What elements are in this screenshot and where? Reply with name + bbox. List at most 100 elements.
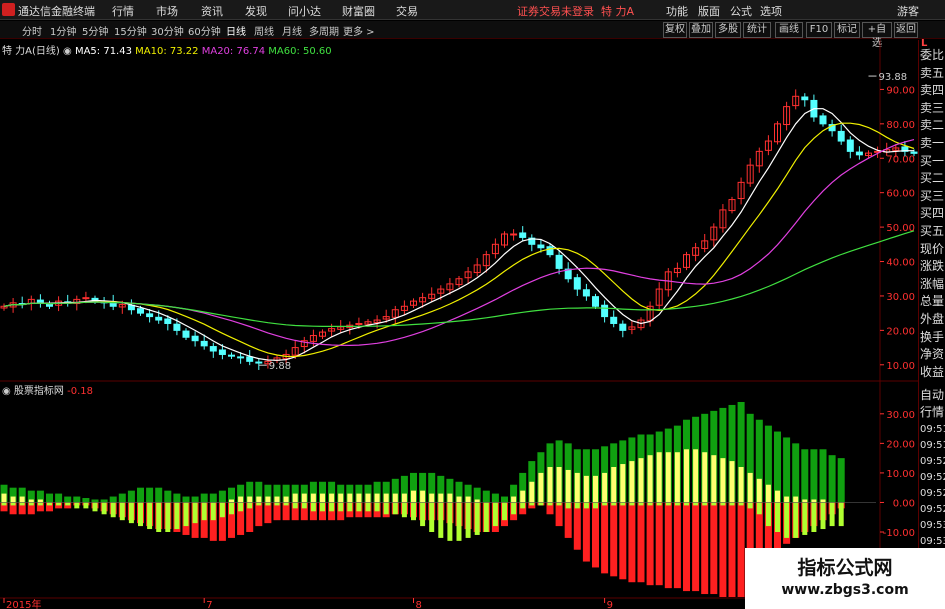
bar-lime — [438, 502, 444, 538]
bar-green — [109, 496, 117, 503]
indicator-value: -0.18 — [67, 386, 93, 397]
menu-item-news[interactable]: 资讯 — [201, 3, 223, 19]
watermark-url: www.zbgs3.com — [781, 582, 909, 598]
bar-yellow — [229, 499, 234, 503]
bar-yellow — [629, 461, 635, 503]
sidebar-label: 净资 — [920, 347, 945, 362]
tab-intraday[interactable]: 分时 — [22, 23, 42, 38]
candle-body — [218, 349, 226, 355]
y-tick-label: 10.00 — [886, 361, 915, 372]
bar-yellow — [638, 458, 644, 503]
sidebar-bottom-label[interactable]: 自动 — [920, 386, 944, 403]
menu-item-options[interactable]: 选项 — [760, 3, 782, 19]
bar-yellow — [356, 493, 362, 503]
bar-lime — [301, 502, 307, 509]
bar-yellow — [747, 472, 753, 503]
bar-green — [82, 498, 90, 503]
menu-item-quotes[interactable]: 行情 — [112, 3, 134, 19]
statistics-button[interactable]: 统计 — [743, 22, 771, 38]
bar-yellow — [665, 452, 671, 503]
bar-lime — [456, 502, 462, 541]
bar-lime — [329, 502, 335, 512]
bar-lime — [465, 502, 471, 538]
menu-item-function[interactable]: 功能 — [666, 3, 688, 19]
bar-yellow — [529, 481, 535, 503]
tab-60min[interactable]: 60分钟 — [188, 23, 221, 38]
bar-yellow — [301, 493, 307, 503]
bar-yellow — [474, 499, 480, 503]
sidebar-time: 09:51 — [920, 440, 945, 451]
bar-yellow — [511, 496, 517, 503]
watermark-title: 指标公式网 — [797, 557, 893, 579]
candle-body — [36, 299, 44, 304]
bar-yellow — [720, 458, 726, 503]
sidebar-label: 买四 — [920, 206, 945, 221]
bar-yellow — [538, 472, 544, 503]
back-button[interactable]: 返回 — [894, 22, 918, 38]
bar-green — [155, 487, 163, 503]
bar-lime — [711, 502, 717, 506]
sidebar-time: 09:52 — [920, 488, 945, 499]
f10-button[interactable]: F10 — [806, 22, 832, 38]
menu-item-discover[interactable]: 发现 — [245, 3, 267, 19]
bar-lime — [365, 502, 371, 512]
bar-green — [100, 499, 108, 503]
indicator-name: 股票指标网 — [13, 386, 64, 397]
bar-yellow — [565, 469, 571, 503]
overlay-button[interactable]: 叠加 — [689, 22, 713, 38]
bar-red — [737, 502, 745, 597]
tab-1min[interactable]: 1分钟 — [50, 23, 76, 38]
menu-item-formula[interactable]: 公式 — [730, 3, 752, 19]
candle-body — [173, 323, 181, 331]
bar-lime — [356, 502, 362, 512]
sidebar-bottom-label[interactable]: 行情 — [920, 403, 944, 420]
mark-button[interactable]: 标记 — [834, 22, 860, 38]
add-watchlist-button[interactable]: +自选 — [862, 22, 892, 49]
legend-eye-icon[interactable]: ◉ — [63, 46, 72, 57]
candle-body — [209, 346, 217, 352]
menu-item-market[interactable]: 市场 — [156, 3, 178, 19]
draw-line-button[interactable]: 画线 — [775, 22, 803, 38]
menu-item-trade[interactable]: 交易 — [396, 3, 418, 19]
indicator-eye-icon[interactable]: ◉ — [2, 386, 11, 397]
bar-lime — [374, 502, 380, 512]
candle-body — [155, 316, 163, 321]
bar-lime — [283, 502, 289, 506]
tab-30min[interactable]: 30分钟 — [151, 23, 184, 38]
bar-yellow — [392, 493, 398, 503]
bar-lime — [219, 502, 225, 518]
tab-monthly[interactable]: 月线 — [282, 23, 302, 38]
kline-chart[interactable]: 90.0080.0070.0060.0050.0040.0030.0020.00… — [0, 40, 918, 609]
bar-lime — [411, 502, 416, 521]
bar-yellow — [583, 475, 589, 503]
menu-item-ask[interactable]: 问小达 — [288, 3, 321, 19]
menu-item-layout[interactable]: 版面 — [698, 3, 720, 19]
bar-lime — [274, 502, 280, 506]
tab-5min[interactable]: 5分钟 — [82, 23, 108, 38]
bar-red — [592, 502, 599, 568]
bar-green — [783, 437, 791, 503]
candle-body — [855, 151, 863, 156]
restore-rights-button[interactable]: 复权 — [663, 22, 687, 38]
bar-yellow — [520, 490, 526, 503]
candle-body — [510, 233, 518, 236]
bar-red — [573, 502, 581, 550]
tab-weekly[interactable]: 周线 — [254, 23, 274, 38]
bar-lime — [138, 502, 143, 527]
bar-yellow — [28, 499, 34, 503]
multi-stock-button[interactable]: 多股 — [715, 22, 741, 38]
bar-lime — [702, 502, 708, 506]
bar-lime — [201, 502, 207, 521]
menu-item-wealth[interactable]: 财富圈 — [342, 3, 375, 19]
bar-lime — [502, 502, 507, 521]
bar-lime — [647, 502, 653, 506]
guest-button[interactable]: 游客 — [897, 3, 919, 19]
tab-daily[interactable]: 日线 — [226, 23, 246, 38]
bar-yellow — [10, 496, 16, 503]
tab-15min[interactable]: 15分钟 — [114, 23, 147, 38]
bar-lime — [247, 502, 253, 509]
tab-multi-period[interactable]: 多周期 — [309, 23, 339, 38]
bar-lime — [720, 502, 726, 506]
tab-more[interactable]: 更多 > — [343, 23, 375, 38]
bar-lime — [101, 502, 107, 515]
